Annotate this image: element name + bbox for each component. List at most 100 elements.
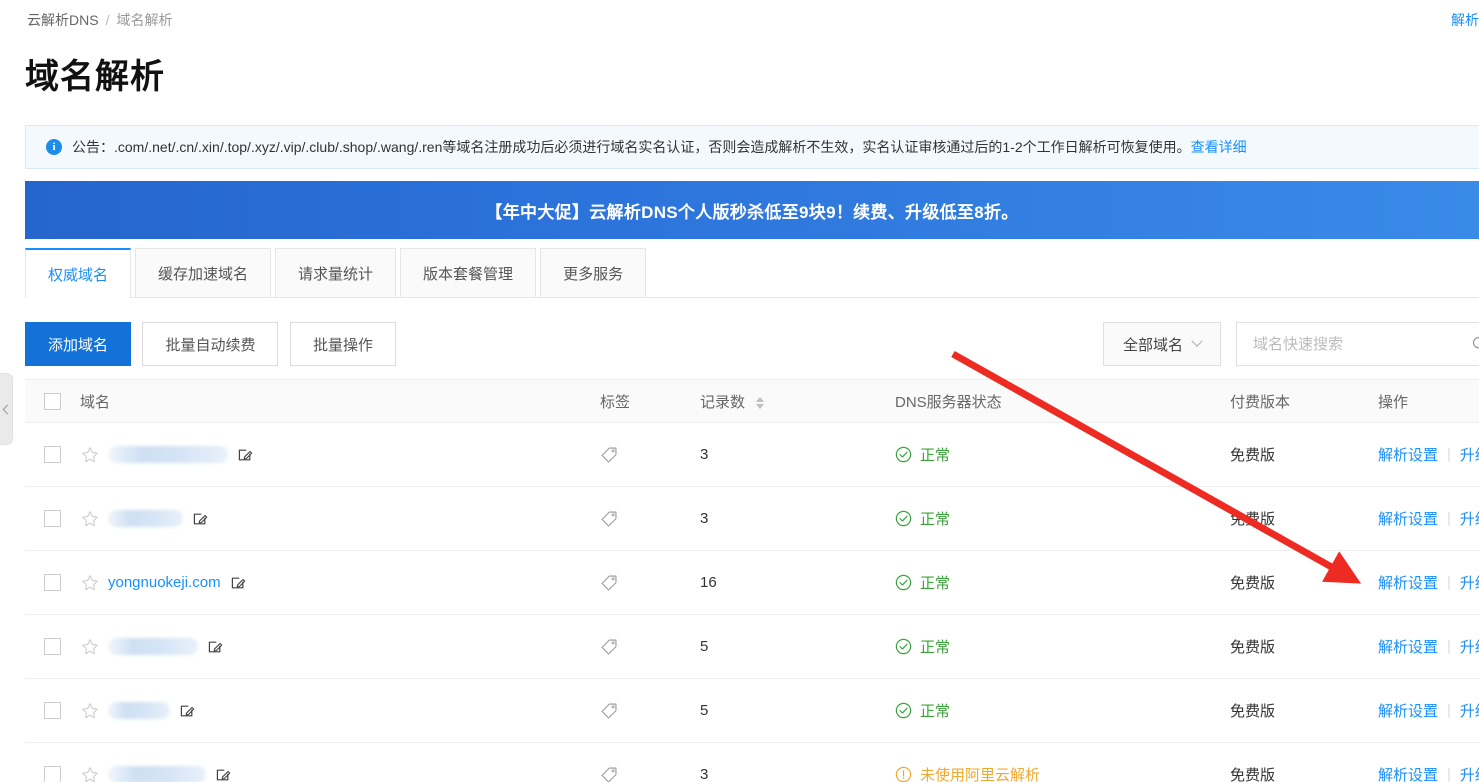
column-header-count-label: 记录数	[700, 393, 746, 411]
status-ok-icon	[895, 638, 912, 655]
domain-name-redacted	[108, 638, 198, 655]
row-select-cell	[25, 446, 80, 463]
resolve-settings-link[interactable]: 解析设置	[1378, 508, 1438, 529]
upgrade-link[interactable]: 升级	[1460, 444, 1479, 465]
favorite-star-icon[interactable]	[80, 637, 100, 657]
tab-authoritative-domains[interactable]: 权威域名	[25, 248, 132, 298]
domain-cell	[80, 445, 600, 465]
promo-banner[interactable]: 【年中大促】云解析DNS个人版秒杀低至9块9！续费、升级低至8折。	[25, 181, 1479, 239]
edit-icon[interactable]	[230, 575, 246, 591]
action-separator: |	[1447, 510, 1451, 527]
domain-filter-select[interactable]: 全部域名	[1103, 322, 1221, 366]
tab-cache-accelerated-domains[interactable]: 缓存加速域名	[135, 248, 272, 297]
table-row: 3 未使用阿里云解析 免费版 解析设置 | 升级	[25, 743, 1479, 782]
edit-icon[interactable]	[237, 447, 253, 463]
favorite-star-icon[interactable]	[80, 573, 100, 593]
row-checkbox[interactable]	[44, 574, 61, 591]
row-checkbox[interactable]	[44, 638, 61, 655]
row-checkbox[interactable]	[44, 510, 61, 527]
batch-auto-renew-button[interactable]: 批量自动续费	[142, 322, 279, 366]
tag-icon[interactable]	[600, 510, 618, 528]
announcement-detail-link[interactable]: 查看详细	[1191, 137, 1247, 157]
column-header-tag: 标签	[600, 393, 631, 411]
action-separator: |	[1447, 574, 1451, 591]
status-badge: 正常	[920, 575, 951, 592]
tag-cell	[600, 702, 700, 720]
search-box[interactable]	[1236, 322, 1479, 366]
status-ok-icon	[895, 446, 912, 463]
info-icon: i	[46, 139, 62, 155]
row-select-cell	[25, 638, 80, 655]
domain-name-redacted	[108, 766, 206, 782]
tab-bar: 权威域名 缓存加速域名 请求量统计 版本套餐管理 更多服务	[25, 248, 1479, 298]
upgrade-link[interactable]: 升级	[1460, 700, 1479, 721]
tag-icon[interactable]	[600, 574, 618, 592]
upgrade-link[interactable]: 升级	[1460, 636, 1479, 657]
paid-version-cell: 免费版	[1230, 511, 1276, 528]
add-domain-button[interactable]: 添加域名	[25, 322, 132, 366]
edit-icon[interactable]	[207, 639, 223, 655]
favorite-star-icon[interactable]	[80, 445, 100, 465]
tab-version-plan-management[interactable]: 版本套餐管理	[400, 248, 537, 297]
table-row: yongnuokeji.com 16 正常 免费版 解析设置 | 升级	[25, 551, 1479, 615]
top-right-link[interactable]: 解析	[1451, 10, 1479, 30]
row-checkbox[interactable]	[44, 702, 61, 719]
edit-icon[interactable]	[179, 703, 195, 719]
search-input[interactable]	[1251, 334, 1465, 354]
sidebar-collapse-handle[interactable]	[0, 373, 13, 445]
tag-icon[interactable]	[600, 702, 618, 720]
action-cell: 解析设置 | 升级	[1378, 444, 1479, 465]
favorite-star-icon[interactable]	[80, 509, 100, 529]
resolve-settings-link[interactable]: 解析设置	[1378, 444, 1438, 465]
upgrade-link[interactable]: 升级	[1460, 572, 1479, 593]
dns-status-cell: 正常	[895, 572, 1230, 593]
dns-status-cell: 正常	[895, 636, 1230, 657]
column-header-count: 记录数	[700, 391, 895, 412]
edit-icon[interactable]	[192, 511, 208, 527]
table-header-row: 域名 标签 记录数 DNS服务器状态 付费版本 操作	[25, 379, 1479, 423]
row-select-cell	[25, 702, 80, 719]
resolve-settings-link[interactable]: 解析设置	[1378, 764, 1438, 782]
tag-icon[interactable]	[600, 446, 618, 464]
search-icon[interactable]	[1471, 335, 1479, 353]
announcement-text: 公告：.com/.net/.cn/.xin/.top/.xyz/.vip/.cl…	[72, 139, 1191, 155]
select-all-checkbox[interactable]	[44, 392, 61, 410]
batch-operation-button[interactable]: 批量操作	[289, 322, 396, 366]
domain-cell	[80, 509, 600, 529]
tab-label: 更多服务	[563, 265, 624, 283]
resolve-settings-link[interactable]: 解析设置	[1378, 636, 1438, 657]
resolve-settings-link[interactable]: 解析设置	[1378, 572, 1438, 593]
row-checkbox[interactable]	[44, 446, 61, 463]
upgrade-link[interactable]: 升级	[1460, 508, 1479, 529]
tag-icon[interactable]	[600, 638, 618, 656]
paid-version-cell: 免费版	[1230, 767, 1276, 782]
sort-toggle-count[interactable]	[756, 396, 765, 409]
table-row: 3 正常 免费版 解析设置 | 升级	[25, 423, 1479, 487]
row-select-cell	[25, 574, 80, 591]
resolve-settings-link[interactable]: 解析设置	[1378, 700, 1438, 721]
domain-cell	[80, 637, 600, 657]
tag-cell	[600, 574, 700, 592]
promo-banner-text: 【年中大促】云解析DNS个人版秒杀低至9块9！续费、升级低至8折。	[485, 202, 1019, 222]
tab-label: 请求量统计	[298, 265, 374, 283]
page-title: 域名解析	[25, 58, 165, 96]
breadcrumb-root[interactable]: 云解析DNS	[27, 10, 99, 30]
domain-name-link[interactable]: yongnuokeji.com	[108, 574, 221, 591]
status-badge: 未使用阿里云解析	[920, 767, 1041, 782]
tag-cell	[600, 638, 700, 656]
row-select-cell	[25, 510, 80, 527]
tab-label: 版本套餐管理	[423, 265, 514, 283]
edit-icon[interactable]	[215, 767, 231, 782]
tab-label: 权威域名	[48, 266, 109, 284]
favorite-star-icon[interactable]	[80, 765, 100, 782]
row-checkbox[interactable]	[44, 766, 61, 782]
action-cell: 解析设置 | 升级	[1378, 508, 1479, 529]
tab-more-services[interactable]: 更多服务	[540, 248, 647, 297]
upgrade-link[interactable]: 升级	[1460, 764, 1479, 782]
tag-icon[interactable]	[600, 766, 618, 782]
tag-cell	[600, 766, 700, 782]
tab-request-statistics[interactable]: 请求量统计	[275, 248, 397, 297]
action-separator: |	[1447, 638, 1451, 655]
status-ok-icon	[895, 574, 912, 591]
favorite-star-icon[interactable]	[80, 701, 100, 721]
